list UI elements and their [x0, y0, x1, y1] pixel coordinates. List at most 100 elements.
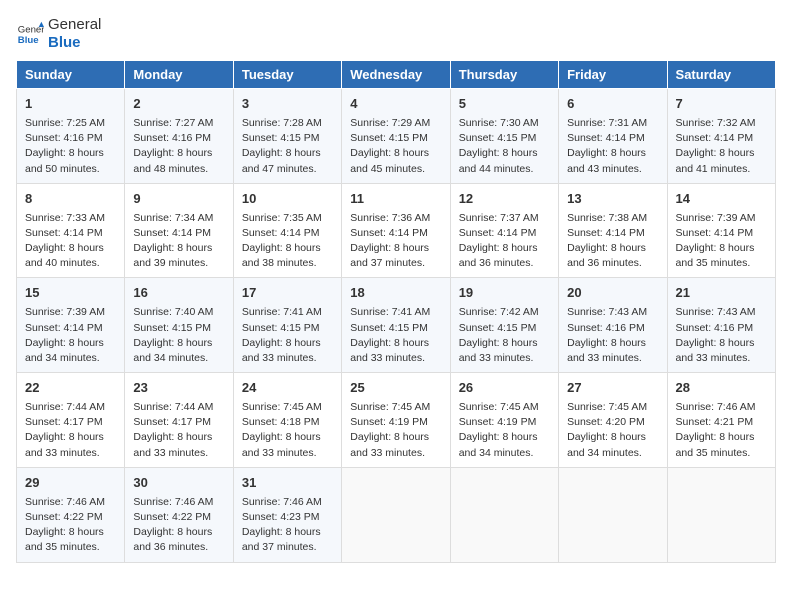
day-info: Sunrise: 7:45 AMSunset: 4:20 PMDaylight:…: [567, 400, 658, 461]
day-info: Sunrise: 7:31 AMSunset: 4:14 PMDaylight:…: [567, 116, 658, 177]
day-number: 15: [25, 284, 116, 303]
weekday-header-friday: Friday: [559, 61, 667, 89]
day-info: Sunrise: 7:42 AMSunset: 4:15 PMDaylight:…: [459, 305, 550, 366]
day-info: Sunrise: 7:33 AMSunset: 4:14 PMDaylight:…: [25, 211, 116, 272]
calendar-cell: 26 Sunrise: 7:45 AMSunset: 4:19 PMDayligh…: [450, 373, 558, 468]
day-number: 8: [25, 190, 116, 209]
day-info: Sunrise: 7:46 AMSunset: 4:22 PMDaylight:…: [25, 495, 116, 556]
calendar-cell: [342, 467, 450, 562]
day-number: 3: [242, 95, 333, 114]
day-number: 18: [350, 284, 441, 303]
day-info: Sunrise: 7:46 AMSunset: 4:22 PMDaylight:…: [133, 495, 224, 556]
logo-text-blue: Blue: [48, 34, 101, 52]
day-info: Sunrise: 7:25 AMSunset: 4:16 PMDaylight:…: [25, 116, 116, 177]
day-info: Sunrise: 7:45 AMSunset: 4:19 PMDaylight:…: [350, 400, 441, 461]
day-number: 2: [133, 95, 224, 114]
day-info: Sunrise: 7:43 AMSunset: 4:16 PMDaylight:…: [567, 305, 658, 366]
day-number: 13: [567, 190, 658, 209]
day-number: 19: [459, 284, 550, 303]
day-info: Sunrise: 7:30 AMSunset: 4:15 PMDaylight:…: [459, 116, 550, 177]
svg-text:Blue: Blue: [18, 35, 39, 46]
day-number: 22: [25, 379, 116, 398]
day-info: Sunrise: 7:39 AMSunset: 4:14 PMDaylight:…: [676, 211, 767, 272]
calendar-cell: 15 Sunrise: 7:39 AMSunset: 4:14 PMDayligh…: [17, 278, 125, 373]
calendar-week-row: 29 Sunrise: 7:46 AMSunset: 4:22 PMDayligh…: [17, 467, 776, 562]
calendar-cell: 28 Sunrise: 7:46 AMSunset: 4:21 PMDayligh…: [667, 373, 775, 468]
calendar-week-row: 8 Sunrise: 7:33 AMSunset: 4:14 PMDaylight…: [17, 183, 776, 278]
calendar-cell: 21 Sunrise: 7:43 AMSunset: 4:16 PMDayligh…: [667, 278, 775, 373]
calendar-cell: 30 Sunrise: 7:46 AMSunset: 4:22 PMDayligh…: [125, 467, 233, 562]
day-info: Sunrise: 7:28 AMSunset: 4:15 PMDaylight:…: [242, 116, 333, 177]
day-info: Sunrise: 7:29 AMSunset: 4:15 PMDaylight:…: [350, 116, 441, 177]
day-number: 21: [676, 284, 767, 303]
calendar-cell: 7Sunrise: 7:32 AMSunset: 4:14 PMDaylight…: [667, 89, 775, 184]
calendar-cell: 9Sunrise: 7:34 AMSunset: 4:14 PMDaylight…: [125, 183, 233, 278]
calendar-cell: 31 Sunrise: 7:46 AMSunset: 4:23 PMDayligh…: [233, 467, 341, 562]
calendar-cell: 10 Sunrise: 7:35 AMSunset: 4:14 PMDayligh…: [233, 183, 341, 278]
day-number: 24: [242, 379, 333, 398]
calendar-week-row: 1 Sunrise: 7:25 AMSunset: 4:16 PMDaylight…: [17, 89, 776, 184]
day-number: 16: [133, 284, 224, 303]
calendar-week-row: 22Sunrise: 7:44 AMSunset: 4:17 PMDayligh…: [17, 373, 776, 468]
calendar-cell: [450, 467, 558, 562]
calendar-cell: 22Sunrise: 7:44 AMSunset: 4:17 PMDayligh…: [17, 373, 125, 468]
day-info: Sunrise: 7:41 AMSunset: 4:15 PMDaylight:…: [242, 305, 333, 366]
day-info: Sunrise: 7:37 AMSunset: 4:14 PMDaylight:…: [459, 211, 550, 272]
day-info: Sunrise: 7:35 AMSunset: 4:14 PMDaylight:…: [242, 211, 333, 272]
day-number: 10: [242, 190, 333, 209]
page-header: General Blue General Blue: [16, 16, 776, 52]
day-info: Sunrise: 7:36 AMSunset: 4:14 PMDaylight:…: [350, 211, 441, 272]
day-number: 12: [459, 190, 550, 209]
day-number: 31: [242, 474, 333, 493]
calendar-cell: 13 Sunrise: 7:38 AMSunset: 4:14 PMDayligh…: [559, 183, 667, 278]
calendar-cell: 17 Sunrise: 7:41 AMSunset: 4:15 PMDayligh…: [233, 278, 341, 373]
day-info: Sunrise: 7:45 AMSunset: 4:19 PMDaylight:…: [459, 400, 550, 461]
weekday-header-row: SundayMondayTuesdayWednesdayThursdayFrid…: [17, 61, 776, 89]
day-number: 26: [459, 379, 550, 398]
calendar-week-row: 15 Sunrise: 7:39 AMSunset: 4:14 PMDayligh…: [17, 278, 776, 373]
day-number: 14: [676, 190, 767, 209]
calendar-cell: [667, 467, 775, 562]
logo-icon: General Blue: [16, 20, 44, 48]
day-number: 17: [242, 284, 333, 303]
day-number: 25: [350, 379, 441, 398]
calendar-cell: 8 Sunrise: 7:33 AMSunset: 4:14 PMDaylight…: [17, 183, 125, 278]
calendar-cell: 11Sunrise: 7:36 AMSunset: 4:14 PMDayligh…: [342, 183, 450, 278]
calendar-cell: 23Sunrise: 7:44 AMSunset: 4:17 PMDayligh…: [125, 373, 233, 468]
day-info: Sunrise: 7:43 AMSunset: 4:16 PMDaylight:…: [676, 305, 767, 366]
day-info: Sunrise: 7:38 AMSunset: 4:14 PMDaylight:…: [567, 211, 658, 272]
day-info: Sunrise: 7:27 AMSunset: 4:16 PMDaylight:…: [133, 116, 224, 177]
day-number: 6: [567, 95, 658, 114]
calendar-cell: 5 Sunrise: 7:30 AMSunset: 4:15 PMDaylight…: [450, 89, 558, 184]
calendar-cell: 16 Sunrise: 7:40 AMSunset: 4:15 PMDayligh…: [125, 278, 233, 373]
day-number: 23: [133, 379, 224, 398]
calendar-cell: 14 Sunrise: 7:39 AMSunset: 4:14 PMDayligh…: [667, 183, 775, 278]
day-info: Sunrise: 7:46 AMSunset: 4:23 PMDaylight:…: [242, 495, 333, 556]
day-info: Sunrise: 7:34 AMSunset: 4:14 PMDaylight:…: [133, 211, 224, 272]
day-number: 27: [567, 379, 658, 398]
day-number: 30: [133, 474, 224, 493]
day-number: 5: [459, 95, 550, 114]
calendar-cell: 20Sunrise: 7:43 AMSunset: 4:16 PMDayligh…: [559, 278, 667, 373]
day-info: Sunrise: 7:40 AMSunset: 4:15 PMDaylight:…: [133, 305, 224, 366]
calendar-cell: 6 Sunrise: 7:31 AMSunset: 4:14 PMDaylight…: [559, 89, 667, 184]
weekday-header-wednesday: Wednesday: [342, 61, 450, 89]
logo-text-general: General: [48, 16, 101, 34]
calendar-cell: [559, 467, 667, 562]
day-info: Sunrise: 7:45 AMSunset: 4:18 PMDaylight:…: [242, 400, 333, 461]
calendar-cell: 4 Sunrise: 7:29 AMSunset: 4:15 PMDaylight…: [342, 89, 450, 184]
calendar-cell: 3 Sunrise: 7:28 AMSunset: 4:15 PMDaylight…: [233, 89, 341, 184]
day-number: 28: [676, 379, 767, 398]
calendar-table: SundayMondayTuesdayWednesdayThursdayFrid…: [16, 60, 776, 563]
calendar-cell: 19 Sunrise: 7:42 AMSunset: 4:15 PMDayligh…: [450, 278, 558, 373]
logo: General Blue General Blue: [16, 16, 101, 52]
day-info: Sunrise: 7:39 AMSunset: 4:14 PMDaylight:…: [25, 305, 116, 366]
calendar-cell: 25 Sunrise: 7:45 AMSunset: 4:19 PMDayligh…: [342, 373, 450, 468]
day-info: Sunrise: 7:46 AMSunset: 4:21 PMDaylight:…: [676, 400, 767, 461]
day-number: 4: [350, 95, 441, 114]
day-number: 1: [25, 95, 116, 114]
weekday-header-monday: Monday: [125, 61, 233, 89]
weekday-header-sunday: Sunday: [17, 61, 125, 89]
day-number: 7: [676, 95, 767, 114]
day-number: 29: [25, 474, 116, 493]
